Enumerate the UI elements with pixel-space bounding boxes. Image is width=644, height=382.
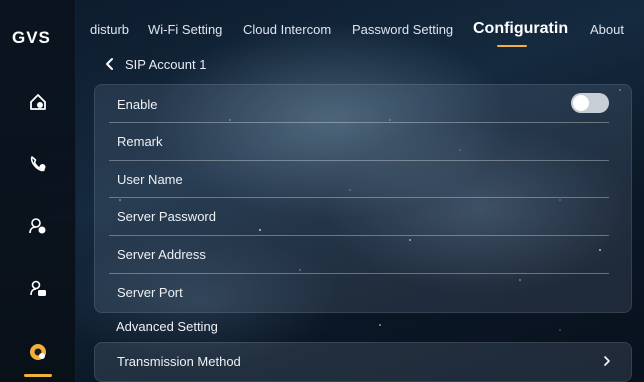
chevron-right-icon xyxy=(604,356,610,366)
tab-password-setting[interactable]: Password Setting xyxy=(352,22,453,37)
toggle-knob xyxy=(573,95,589,111)
back-button[interactable]: SIP Account 1 xyxy=(105,55,206,73)
setting-row-remark[interactable]: Remark xyxy=(95,122,631,160)
top-tab-bar: disturb Wi-Fi Setting Cloud Intercom Pas… xyxy=(90,20,644,46)
gear-active-icon[interactable] xyxy=(26,340,50,364)
tab-disturb[interactable]: disturb xyxy=(90,22,129,37)
user-lock-icon[interactable] xyxy=(26,277,50,301)
gvs-logo: GVS xyxy=(12,28,51,47)
tab-about[interactable]: About xyxy=(590,22,624,37)
setting-label: Server Address xyxy=(117,246,206,262)
tab-cloud-intercom[interactable]: Cloud Intercom xyxy=(243,22,331,37)
chevron-left-icon xyxy=(106,58,113,70)
setting-label: Remark xyxy=(117,133,163,149)
page-title: SIP Account 1 xyxy=(125,56,207,72)
enable-toggle[interactable] xyxy=(571,93,609,113)
setting-label: Transmission Method xyxy=(117,354,241,369)
setting-row-user-name[interactable]: User Name xyxy=(95,160,631,198)
advanced-setting-heading: Advanced Setting xyxy=(116,319,218,334)
setting-label: Server Password xyxy=(117,208,216,224)
setting-row-enable: Enable xyxy=(95,85,631,123)
tab-wifi-setting[interactable]: Wi-Fi Setting xyxy=(148,22,222,37)
user-settings-icon[interactable] xyxy=(26,214,50,238)
active-tab-underline xyxy=(497,45,527,47)
sidebar-active-indicator xyxy=(24,374,52,377)
tab-configuration[interactable]: Configuratin xyxy=(473,20,568,38)
setting-row-server-password[interactable]: Server Password xyxy=(95,197,631,235)
setting-row-server-port[interactable]: Server Port xyxy=(95,273,631,311)
setting-label: Enable xyxy=(117,96,158,112)
phone-call-icon[interactable] xyxy=(26,152,50,176)
home-icon[interactable] xyxy=(26,90,50,114)
transmission-method-row[interactable]: Transmission Method xyxy=(94,342,632,382)
setting-row-server-address[interactable]: Server Address xyxy=(95,235,631,273)
setting-label: Server Port xyxy=(117,284,183,300)
sip-settings-card: Enable Remark User Name Server Password … xyxy=(94,84,632,313)
setting-label: User Name xyxy=(117,171,183,187)
sidebar: GVS xyxy=(0,0,76,382)
